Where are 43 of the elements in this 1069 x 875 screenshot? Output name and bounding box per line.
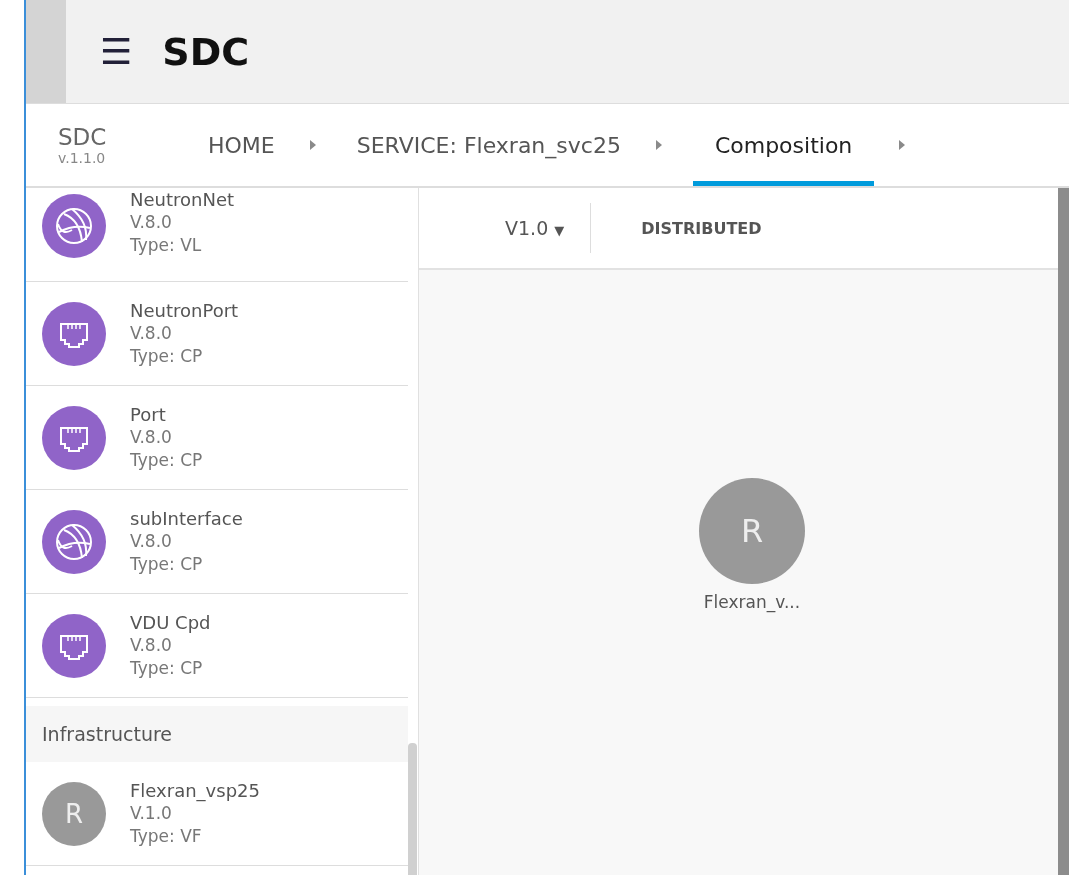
item-version: V.8.0 [130,530,173,553]
ethernet-port-icon [42,301,106,366]
palette-item[interactable]: VDU Cpd V.8.0 Type: CP [26,594,408,698]
item-version: V.8.0 [130,426,173,449]
breadcrumb-tab[interactable]: HOME [198,104,285,186]
avatar-icon: R [42,781,106,846]
version-dropdown[interactable]: V1.0 ▼ [499,216,571,240]
item-name: VDU Cpd [130,611,211,634]
item-name: subInterface [130,507,243,530]
product-version: v.1.1.0 [58,150,106,166]
ethernet-port-icon [42,405,106,470]
palette-item[interactable]: NeutronPort V.8.0 Type: CP [26,282,408,386]
item-version: V.1.0 [130,802,173,825]
product-name: SDC [58,124,107,150]
item-version: V.8.0 [130,322,173,345]
globe-icon [42,509,106,574]
section-header: Infrastructure [26,706,408,762]
palette-item[interactable]: subInterface V.8.0 Type: CP [26,490,408,594]
item-type: Type: CP [130,345,204,368]
item-name: NeutronPort [130,299,239,322]
item-type: Type: CP [130,657,204,680]
item-type: Type: VL [130,234,203,257]
item-type: Type: CP [130,553,204,576]
app-title: SDC [162,29,250,74]
palette-item[interactable]: NeutronNet V.8.0 Type: VL [26,188,408,282]
item-type: Type: VF [130,825,203,848]
caret-icon [308,139,317,151]
item-type: Type: CP [130,449,203,472]
ethernet-port-icon [42,613,106,678]
breadcrumb-tab[interactable]: SERVICE: Flexran_svc25 [346,104,631,186]
palette-item[interactable]: R Flexran_vsp25 V.1.0 Type: VF [26,762,408,866]
caret-icon [654,139,663,151]
item-name: NeutronNet [130,188,235,211]
status-label: DISTRIBUTED [641,218,762,238]
node-label: Flexran_v... [703,592,801,612]
menu-button[interactable]: ☰ [94,31,139,72]
palette-item[interactable]: Port V.8.0 Type: CP [26,386,408,490]
item-version: V.8.0 [130,211,173,234]
item-name: Flexran_vsp25 [130,779,260,802]
item-name: Port [130,403,167,426]
item-version: V.8.0 [130,634,173,657]
globe-icon [42,194,106,258]
caret-icon [898,139,907,151]
